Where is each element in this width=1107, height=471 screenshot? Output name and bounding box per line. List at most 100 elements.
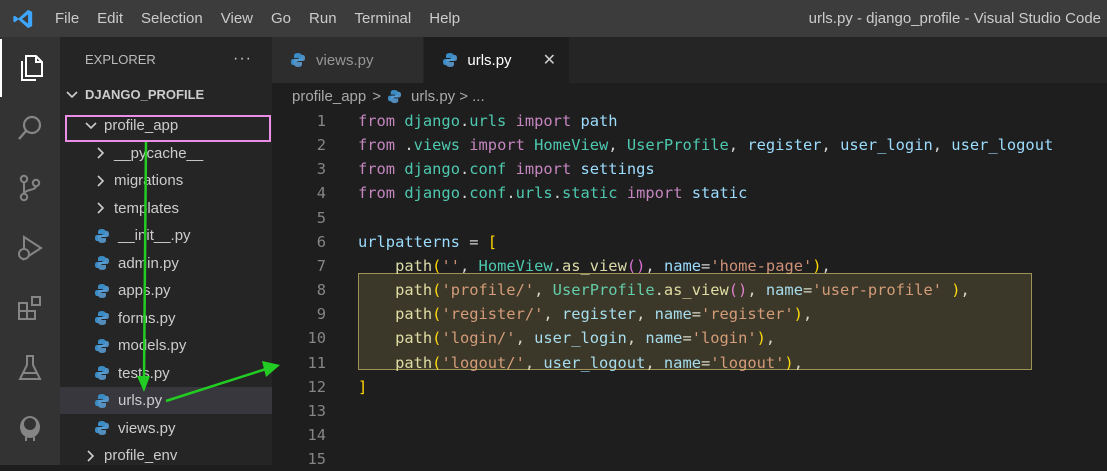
tree-item-models-py[interactable]: models.py — [60, 332, 272, 359]
chevron-right-icon — [94, 174, 108, 187]
tree-item-label: views.py — [118, 419, 176, 437]
search-icon[interactable] — [0, 99, 60, 157]
tree-item-label: tests.py — [118, 364, 170, 382]
source-control-icon[interactable] — [0, 159, 60, 217]
workspace-root[interactable]: DJANGO_PROFILE — [60, 81, 272, 108]
more-actions-icon[interactable]: ··· — [233, 50, 252, 68]
line-number: 8 — [316, 281, 326, 300]
tree-item-label: __pycache__ — [114, 144, 204, 162]
tree-item-label: apps.py — [118, 282, 171, 299]
close-icon[interactable]: ✕ — [542, 50, 557, 70]
line-number: 10 — [307, 329, 326, 348]
line-number: 1 — [316, 112, 326, 130]
tree-item-label: templates — [114, 199, 180, 217]
python-file-icon — [94, 228, 112, 244]
menu-view[interactable]: View — [212, 0, 262, 37]
tab-views-py[interactable]: views.py — [272, 37, 424, 83]
chevron-down-icon — [65, 90, 79, 99]
line-number: 12 — [307, 377, 326, 396]
tab-label: views.py — [316, 51, 374, 69]
line-number: 15 — [307, 450, 326, 469]
testing-icon[interactable] — [0, 339, 60, 397]
tree-item-apps-py[interactable]: apps.py — [60, 277, 272, 304]
code-line[interactable]: 4 from django.conf.urls.static import sta… — [272, 181, 1107, 205]
code-text: from django.urls import path — [358, 112, 618, 130]
editor-tabs: views.py urls.py ✕ — [272, 37, 1107, 83]
database-icon[interactable] — [0, 399, 60, 457]
run-debug-icon[interactable] — [0, 219, 60, 277]
code-line[interactable]: 13 — [272, 399, 1107, 423]
code-line[interactable]: 15 — [272, 447, 1107, 471]
code-line[interactable]: 2 from .views import HomeView, UserProfil… — [272, 133, 1107, 157]
tree-item-urls-py[interactable]: urls.py — [60, 387, 272, 414]
workspace-root-label: DJANGO_PROFILE — [85, 87, 205, 102]
tree-item-label: admin.py — [118, 254, 179, 272]
menu-go[interactable]: Go — [262, 0, 300, 37]
python-file-icon — [94, 393, 112, 409]
tree-item-label: urls.py — [118, 392, 163, 409]
window-title: urls.py - django_profile - Visual Studio… — [808, 10, 1101, 27]
breadcrumb-tail: > ... — [459, 87, 485, 105]
tree-item-forms-py[interactable]: forms.py — [60, 305, 272, 332]
python-file-icon — [94, 255, 112, 271]
tree-item-label: migrations — [114, 172, 184, 189]
tree-item-pycache[interactable]: __pycache__ — [60, 140, 272, 167]
tree-item-views-py[interactable]: views.py — [60, 415, 272, 442]
tree-item-label: __init__.py — [118, 227, 191, 244]
extensions-icon[interactable] — [0, 279, 60, 337]
chevron-right-icon — [84, 449, 98, 462]
python-file-icon — [94, 338, 112, 354]
menu-help[interactable]: Help — [420, 0, 469, 37]
vscode-logo-icon — [0, 0, 46, 37]
line-number: 14 — [307, 425, 326, 444]
menu-terminal[interactable]: Terminal — [346, 0, 421, 37]
code-line[interactable]: 12] — [272, 375, 1107, 399]
menu-bar: File Edit Selection View Go Run Terminal… — [46, 0, 469, 37]
code-text: ] — [358, 377, 368, 396]
line-number: 4 — [316, 184, 326, 203]
python-file-icon — [94, 310, 112, 326]
tab-label: urls.py — [467, 51, 512, 69]
breadcrumb-file[interactable]: urls.py — [411, 88, 455, 105]
line-number: 11 — [307, 353, 326, 372]
code-text: from .views import HomeView, UserProfile… — [358, 136, 1054, 155]
line-number: 5 — [316, 208, 326, 227]
chevron-right-icon — [94, 147, 108, 159]
python-file-icon — [290, 52, 308, 68]
python-file-icon — [387, 89, 405, 104]
python-file-icon — [94, 420, 112, 436]
code-line[interactable]: 1 from django.urls import path — [272, 109, 1107, 133]
explorer-icon[interactable] — [0, 39, 60, 97]
menu-selection[interactable]: Selection — [132, 0, 212, 37]
code-line[interactable]: 14 — [272, 423, 1107, 447]
annotation-box-profile-app — [65, 115, 271, 142]
code-text: from django.conf.urls.static import stat… — [358, 184, 748, 203]
explorer-title: EXPLORER — [85, 51, 156, 67]
breadcrumb-separator: > — [372, 87, 381, 105]
tree-item-admin-py[interactable]: admin.py — [60, 250, 272, 277]
python-file-icon — [94, 283, 112, 299]
tree-item-init-py[interactable]: __init__.py — [60, 222, 272, 249]
tab-urls-py[interactable]: urls.py ✕ — [424, 37, 570, 83]
tree-item-migrations[interactable]: migrations — [60, 167, 272, 194]
code-line[interactable]: 3 from django.conf import settings — [272, 157, 1107, 181]
line-number: 2 — [316, 136, 326, 155]
menu-file[interactable]: File — [46, 0, 88, 37]
chevron-right-icon — [94, 202, 108, 214]
code-line[interactable]: 5 — [272, 206, 1107, 230]
code-text: urlpatterns = [ — [358, 232, 498, 251]
tree-item-label: profile_env — [104, 447, 178, 464]
explorer-sidebar: EXPLORER ··· DJANGO_PROFILE profile_app _… — [60, 37, 272, 465]
breadcrumb-folder[interactable]: profile_app — [292, 88, 366, 105]
line-number: 9 — [316, 305, 326, 324]
line-number: 7 — [316, 256, 326, 275]
tree-item-templates[interactable]: templates — [60, 195, 272, 222]
highlighted-url-patterns-box — [358, 273, 1032, 370]
code-line[interactable]: 6 urlpatterns = [ — [272, 230, 1107, 254]
line-number: 6 — [316, 232, 326, 251]
title-bar: File Edit Selection View Go Run Terminal… — [0, 0, 1107, 37]
tree-item-tests-py[interactable]: tests.py — [60, 360, 272, 387]
menu-run[interactable]: Run — [300, 0, 346, 37]
tree-item-label: forms.py — [118, 309, 176, 327]
menu-edit[interactable]: Edit — [88, 0, 132, 37]
